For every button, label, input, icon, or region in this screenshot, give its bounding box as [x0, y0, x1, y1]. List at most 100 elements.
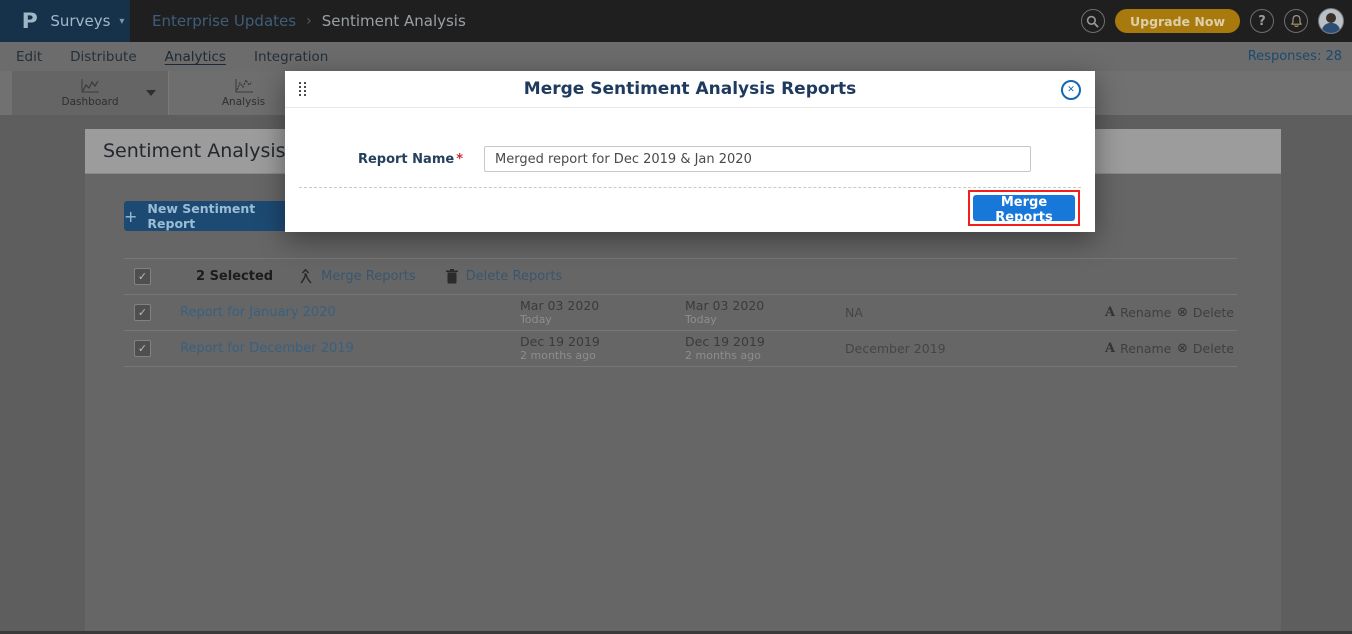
bell-icon — [1290, 14, 1303, 28]
analysis-chart-icon — [234, 78, 254, 94]
avatar-body-shape — [1322, 23, 1340, 34]
drag-handle-icon[interactable] — [299, 82, 306, 96]
bulk-action-bar: ✓ 2 Selected Merge Reports — [124, 258, 1237, 295]
modal-header: Merge Sentiment Analysis Reports ✕ — [285, 71, 1095, 108]
report-name-label: Report Name* — [285, 152, 463, 167]
row-checkbox-cell: ✓ — [124, 340, 180, 357]
delete-report-action[interactable]: ⊗ Delete — [1177, 341, 1237, 356]
nav-item-integration[interactable]: Integration — [254, 49, 328, 65]
dashboard-dropdown-caret-icon[interactable] — [146, 90, 156, 96]
created-date: Mar 03 2020 — [520, 299, 685, 313]
delete-label: Delete — [1193, 305, 1234, 320]
nav-item-edit[interactable]: Edit — [16, 49, 42, 65]
row-checkbox-cell: ✓ — [124, 304, 180, 321]
rename-icon: A — [1105, 341, 1115, 356]
modified-date: Mar 03 2020 — [685, 299, 845, 313]
product-name: Surveys — [50, 12, 110, 30]
row-checkbox[interactable]: ✓ — [134, 304, 151, 321]
modified-date-relative: Today — [685, 313, 845, 326]
delete-reports-action-label: Delete Reports — [466, 269, 563, 284]
modal-title: Merge Sentiment Analysis Reports — [285, 71, 1095, 108]
page-title: Sentiment Analysis — [103, 140, 286, 162]
required-asterisk: * — [456, 152, 463, 167]
rename-label: Rename — [1120, 341, 1171, 356]
questionpro-logo-icon: P — [22, 9, 38, 33]
modal-close-button[interactable]: ✕ — [1061, 80, 1081, 100]
delete-label: Delete — [1193, 341, 1234, 356]
created-date: Dec 19 2019 — [520, 335, 685, 349]
modified-date-relative: 2 months ago — [685, 349, 845, 362]
upgrade-now-button[interactable]: Upgrade Now — [1115, 9, 1240, 33]
reports-table: ✓ 2 Selected Merge Reports — [124, 258, 1237, 367]
app-screen: P Surveys ▾ Enterprise Updates › Sentime… — [0, 0, 1352, 634]
report-name-input[interactable] — [484, 146, 1031, 172]
survey-nav-bar: Edit Distribute Analytics Integration Re… — [0, 42, 1352, 71]
responses-count: Responses: 28 — [1248, 49, 1342, 64]
target-annotation-box: Merge Reports — [968, 190, 1080, 226]
top-header-bar: P Surveys ▾ Enterprise Updates › Sentime… — [0, 0, 1352, 42]
search-button[interactable] — [1081, 9, 1105, 33]
topbar-actions: Upgrade Now ? — [1081, 0, 1344, 42]
created-date-cell: Dec 19 2019 2 months ago — [520, 335, 685, 362]
modified-date: Dec 19 2019 — [685, 335, 845, 349]
avatar-head-shape — [1326, 13, 1336, 23]
user-avatar[interactable] — [1318, 8, 1344, 34]
rename-report-action[interactable]: A Rename — [1105, 341, 1177, 356]
report-name-link[interactable]: Report for December 2019 — [180, 341, 520, 356]
rename-label: Rename — [1120, 305, 1171, 320]
rename-icon: A — [1105, 305, 1115, 320]
select-all-checkbox[interactable]: ✓ — [134, 268, 151, 285]
notifications-button[interactable] — [1284, 9, 1308, 33]
help-button[interactable]: ? — [1250, 9, 1274, 33]
survey-nav-items: Edit Distribute Analytics Integration — [16, 49, 328, 65]
new-sentiment-report-button[interactable]: + New Sentiment Report — [124, 201, 296, 231]
report-period: December 2019 — [845, 341, 1105, 356]
delete-circle-icon: ⊗ — [1177, 306, 1188, 319]
panel-body: + New Sentiment Report ✓ 2 Selected — [85, 174, 1281, 630]
checkmark-icon: ✓ — [138, 307, 147, 318]
new-sentiment-report-label: New Sentiment Report — [147, 201, 296, 231]
checkmark-icon: ✓ — [138, 271, 147, 282]
question-mark-icon: ? — [1258, 14, 1266, 29]
dashboard-chart-icon — [80, 78, 100, 94]
modified-date-cell: Mar 03 2020 Today — [685, 299, 845, 326]
created-date-relative: 2 months ago — [520, 349, 685, 362]
plus-icon: + — [124, 207, 137, 226]
breadcrumb: Enterprise Updates › Sentiment Analysis — [152, 0, 466, 42]
merge-reports-action-label: Merge Reports — [321, 269, 416, 284]
breadcrumb-current-page: Sentiment Analysis — [322, 12, 466, 30]
tab-dashboard-label: Dashboard — [62, 96, 119, 108]
upgrade-now-label: Upgrade Now — [1130, 14, 1225, 29]
merge-reports-submit-button[interactable]: Merge Reports — [973, 195, 1075, 221]
created-date-relative: Today — [520, 313, 685, 326]
trash-icon — [446, 269, 458, 284]
delete-reports-action[interactable]: Delete Reports — [446, 269, 563, 284]
delete-report-action[interactable]: ⊗ Delete — [1177, 305, 1237, 320]
search-icon — [1086, 15, 1099, 28]
merge-icon — [299, 269, 313, 284]
close-icon: ✕ — [1067, 86, 1075, 95]
merge-reports-modal: Merge Sentiment Analysis Reports ✕ Repor… — [285, 71, 1095, 232]
modal-footer-divider — [299, 187, 1081, 188]
tab-dashboard[interactable]: Dashboard — [12, 71, 168, 115]
selected-count: 2 Selected — [196, 269, 273, 284]
breadcrumb-separator-icon: › — [306, 13, 312, 29]
tab-analysis-label: Analysis — [222, 96, 265, 108]
report-period: NA — [845, 305, 1105, 320]
merge-reports-action[interactable]: Merge Reports — [299, 269, 416, 284]
delete-circle-icon: ⊗ — [1177, 342, 1188, 355]
breadcrumb-survey-name[interactable]: Enterprise Updates — [152, 12, 296, 30]
checkmark-icon: ✓ — [138, 343, 147, 354]
report-name-link[interactable]: Report for January 2020 — [180, 305, 520, 320]
created-date-cell: Mar 03 2020 Today — [520, 299, 685, 326]
table-row-december-2019: ✓ Report for December 2019 Dec 19 2019 2… — [124, 331, 1237, 367]
product-switcher[interactable]: P Surveys ▾ — [0, 0, 130, 42]
chevron-down-icon: ▾ — [119, 16, 124, 27]
table-row-january-2020: ✓ Report for January 2020 Mar 03 2020 To… — [124, 295, 1237, 331]
nav-item-distribute[interactable]: Distribute — [70, 49, 137, 65]
nav-item-analytics[interactable]: Analytics — [165, 49, 226, 65]
report-name-label-text: Report Name — [358, 152, 454, 167]
modified-date-cell: Dec 19 2019 2 months ago — [685, 335, 845, 362]
rename-report-action[interactable]: A Rename — [1105, 305, 1177, 320]
row-checkbox[interactable]: ✓ — [134, 340, 151, 357]
